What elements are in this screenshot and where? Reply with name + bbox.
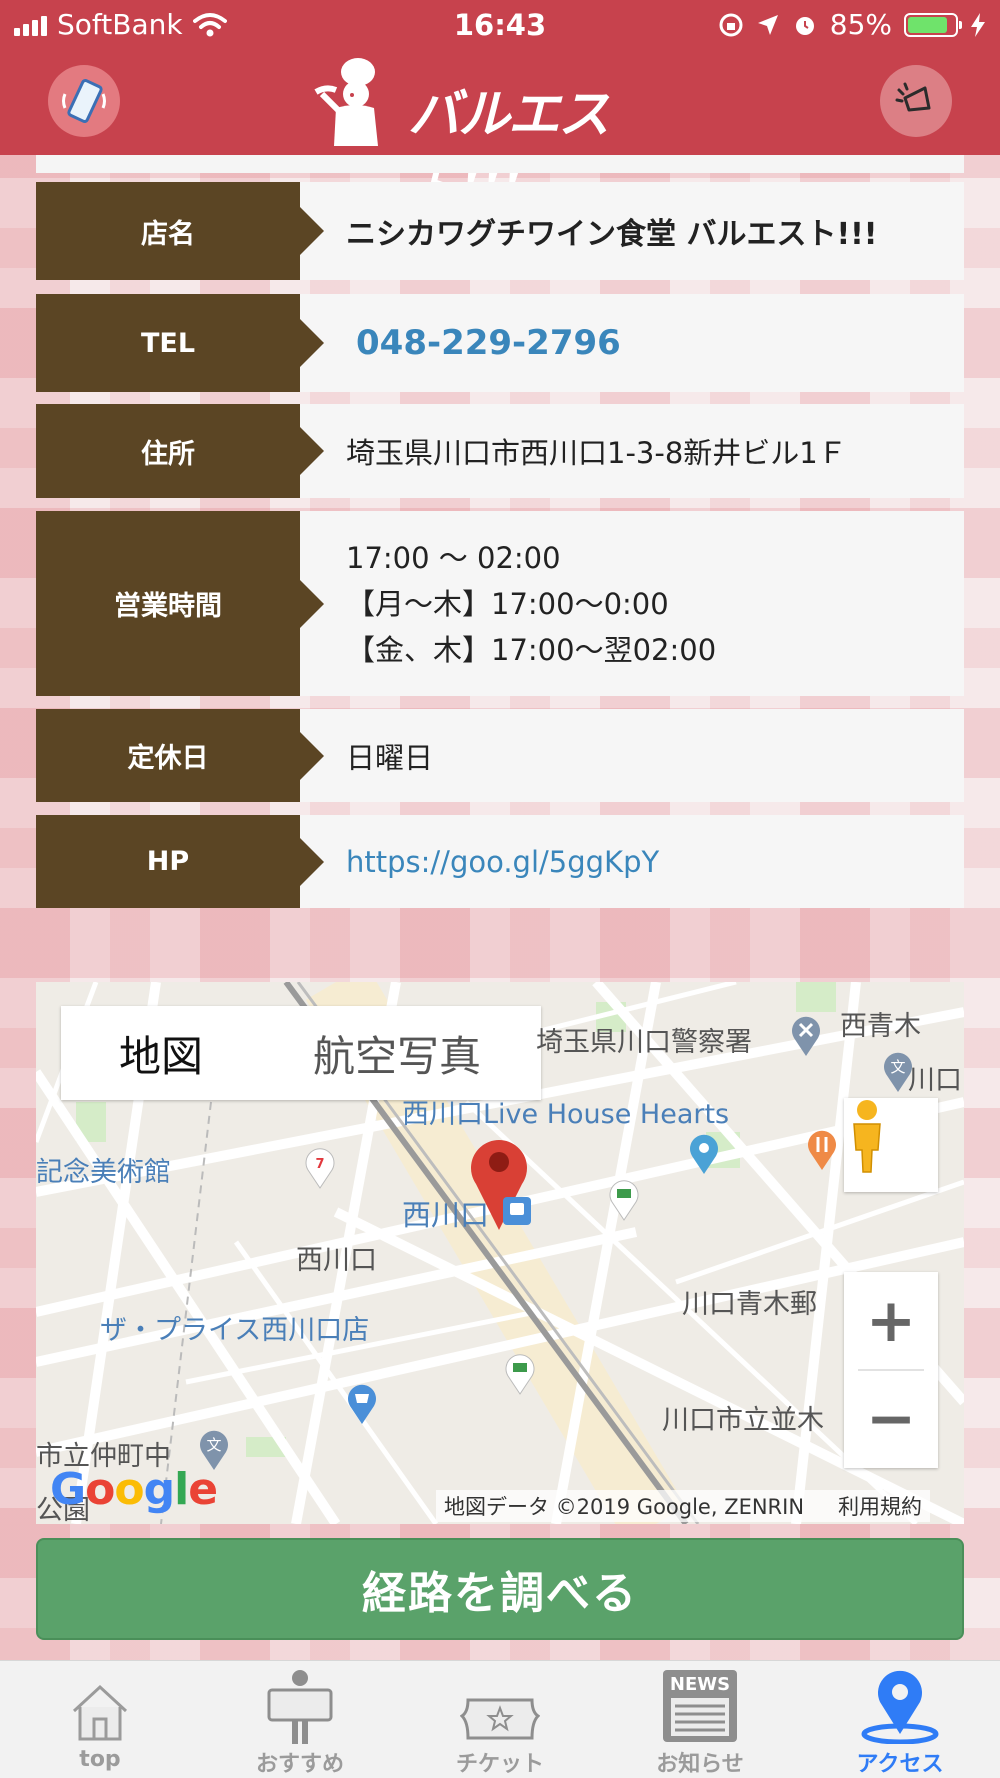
tab-ticket[interactable]: チケット xyxy=(400,1661,600,1778)
tab-label: top xyxy=(79,1747,121,1772)
route-search-button[interactable]: 経路を調べる xyxy=(36,1538,964,1640)
location-arrow-icon xyxy=(757,14,778,35)
tab-top[interactable]: top xyxy=(0,1661,200,1778)
phone-button[interactable] xyxy=(48,65,120,137)
tab-label: お知らせ xyxy=(656,1752,744,1777)
tab-access[interactable]: アクセス xyxy=(800,1661,1000,1778)
map-label-nishikawaguchi: 西川口 xyxy=(296,1245,377,1276)
music-marker-icon xyxy=(690,1134,718,1174)
info-row-tel: TEL 048-229-2796 xyxy=(36,294,964,392)
google-map[interactable]: 地図 航空写真 埼玉県川口警察署 西青木 文 川口 西川口Live House … xyxy=(36,982,964,1524)
app-logo: バルエスト!!! xyxy=(308,50,708,220)
svg-text:7: 7 xyxy=(315,1157,324,1172)
tab-label: チケット xyxy=(455,1752,544,1777)
status-bar: SoftBank 16:43 85% xyxy=(0,0,1000,50)
tel-link[interactable]: 048-229-2796 xyxy=(300,294,964,392)
battery-percent: 85% xyxy=(829,8,892,41)
phone-icon xyxy=(62,79,106,123)
status-right: 85% xyxy=(718,8,986,41)
map-label-aoki-post: 川口青木郵 xyxy=(682,1289,817,1320)
tab-recommend[interactable]: おすすめ xyxy=(200,1661,400,1778)
map-label-kawaguchi: 川口 xyxy=(908,1065,962,1096)
news-badge-text: NEWS xyxy=(670,1674,730,1695)
address-value: 埼玉県川口市西川口1-3-8新井ビル1Ｆ xyxy=(300,404,964,498)
map-tab-map[interactable]: 地図 xyxy=(61,1023,203,1084)
hours-line: 【月〜木】17:00〜0:00 xyxy=(346,586,669,621)
hp-link[interactable]: https://goo.gl/5ggKpY xyxy=(300,815,964,908)
map-terms-link[interactable]: 利用規約 xyxy=(838,1491,922,1521)
info-row-hours: 営業時間 17:00 〜 02:00 【月〜木】17:00〜0:00 【金、木】… xyxy=(36,511,964,696)
house-icon xyxy=(72,1684,128,1741)
bus-stop-marker-icon xyxy=(609,1180,639,1221)
map-attribution: 地図データ ©2019 Google, ZENRIN 利用規約 xyxy=(436,1490,931,1522)
alarm-icon xyxy=(795,16,814,35)
tab-label: おすすめ xyxy=(255,1752,344,1777)
hours-line: 17:00 〜 02:00 xyxy=(346,540,561,575)
zoom-out-button[interactable]: − xyxy=(844,1370,938,1468)
address-label: 住所 xyxy=(36,404,324,498)
google-logo: Google xyxy=(50,1464,218,1515)
news-icon: NEWS xyxy=(663,1670,737,1742)
charging-icon xyxy=(971,12,985,37)
name-value: ニシカワグチワイン食堂 バルエスト!!! xyxy=(300,182,964,280)
map-tab-satellite[interactable]: 航空写真 xyxy=(203,1023,481,1084)
convenience-store-marker-icon: 7 xyxy=(305,1148,335,1189)
chef-icon xyxy=(314,58,378,146)
holiday-value: 日曜日 xyxy=(300,709,964,802)
announce-button[interactable] xyxy=(880,65,952,137)
info-top-strip xyxy=(36,155,964,173)
tel-label: TEL xyxy=(36,294,324,392)
tab-label: アクセス xyxy=(856,1752,944,1777)
map-label-the-price: ザ・プライス西川口店 xyxy=(100,1315,370,1346)
info-row-address: 住所 埼玉県川口市西川口1-3-8新井ビル1Ｆ xyxy=(36,404,964,498)
train-station-icon xyxy=(503,1197,531,1225)
pegman-icon xyxy=(853,1100,881,1173)
svg-text:文: 文 xyxy=(206,1436,221,1454)
zoom-divider xyxy=(858,1369,924,1371)
holiday-label: 定休日 xyxy=(36,709,324,802)
shopping-marker-icon xyxy=(348,1384,376,1424)
ticket-icon xyxy=(460,1698,540,1740)
map-label-nishiaoki: 西青木 xyxy=(840,1011,921,1042)
map-label-live-house: 西川口Live House Hearts xyxy=(402,1099,730,1130)
street-view-button[interactable] xyxy=(844,1098,938,1192)
bottom-tab-bar: top おすすめ チケット NEWS お知らせ アクセス xyxy=(0,1660,1000,1778)
svg-text:文: 文 xyxy=(890,1058,905,1076)
map-data-credit: 地図データ ©2019 Google, ZENRIN xyxy=(444,1495,805,1519)
hours-label: 営業時間 xyxy=(36,511,324,696)
zoom-controls: + − xyxy=(844,1272,938,1468)
rotation-lock-icon xyxy=(719,13,743,36)
info-row-holiday: 定休日 日曜日 xyxy=(36,709,964,802)
map-label-museum: 記念美術館 xyxy=(36,1157,171,1188)
map-label-station: 西川口 xyxy=(402,1198,490,1232)
map-label-namiki: 川口市立並木 xyxy=(662,1405,824,1436)
hours-line: 【金、木】17:00〜翌02:00 xyxy=(346,632,717,667)
bus-stop-marker-icon xyxy=(505,1354,535,1395)
restaurant-marker-icon xyxy=(808,1130,836,1170)
map-type-tabs: 地図 航空写真 xyxy=(61,1006,541,1100)
tab-news[interactable]: NEWS お知らせ xyxy=(600,1661,800,1778)
map-label-police: 埼玉県川口警察署 xyxy=(536,1027,752,1058)
battery-icon xyxy=(904,12,962,37)
police-marker-icon xyxy=(792,1016,820,1056)
zoom-in-button[interactable]: + xyxy=(844,1272,938,1370)
hp-label: HP xyxy=(36,815,324,908)
name-label: 店名 xyxy=(36,182,324,280)
megaphone-icon xyxy=(895,82,931,112)
signboard-icon xyxy=(267,1670,333,1744)
info-row-hp: HP https://goo.gl/5ggKpY xyxy=(36,815,964,908)
app-header: バルエスト!!! xyxy=(0,50,1000,220)
map-pin-icon xyxy=(861,1670,939,1744)
info-row-name: 店名 ニシカワグチワイン食堂 バルエスト!!! xyxy=(36,182,964,280)
hours-value: 17:00 〜 02:00 【月〜木】17:00〜0:00 【金、木】17:00… xyxy=(300,511,964,696)
